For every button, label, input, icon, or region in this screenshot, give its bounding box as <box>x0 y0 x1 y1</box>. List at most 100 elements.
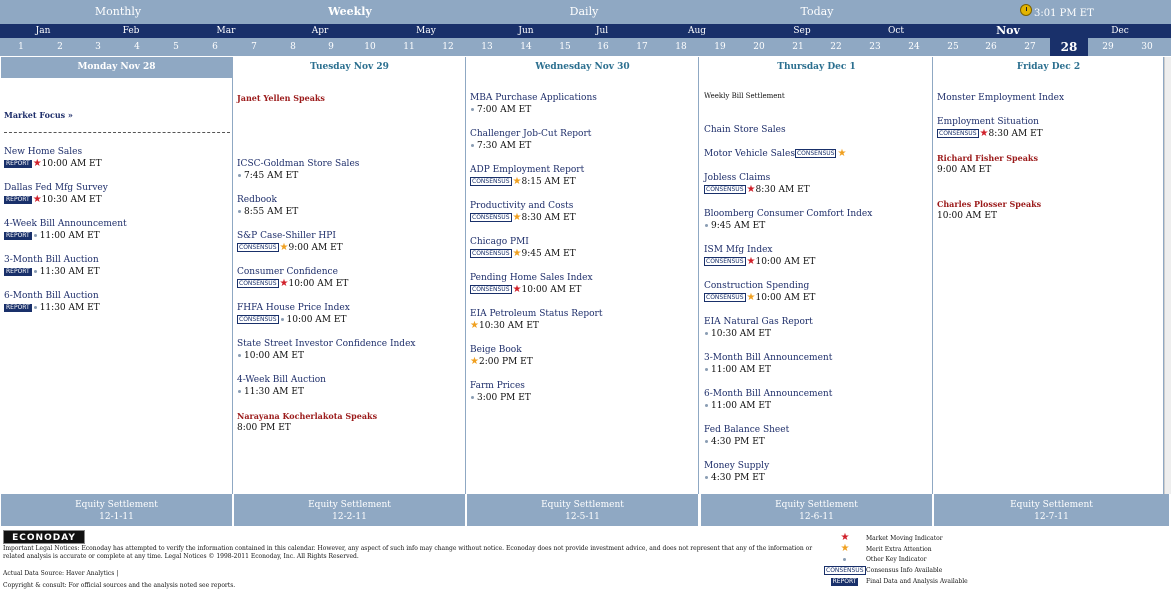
day-25[interactable]: 25 <box>934 38 972 56</box>
event-link[interactable]: Chain Store Sales <box>704 124 929 136</box>
event-link[interactable]: Money Supply <box>704 460 929 472</box>
speaker-link[interactable]: Charles Plosser Speaks <box>937 198 1160 210</box>
event-link[interactable]: Construction Spending <box>704 280 929 292</box>
day-28-selected[interactable]: 28 <box>1050 38 1088 56</box>
event-link[interactable]: 4-Week Bill Announcement <box>4 218 229 230</box>
report-badge[interactable]: REPORT <box>4 267 32 276</box>
day-10[interactable]: 10 <box>351 38 389 56</box>
month-may[interactable]: May <box>396 24 456 38</box>
event-link[interactable]: FHFA House Price Index <box>237 302 462 314</box>
month-dec[interactable]: Dec <box>1090 24 1150 38</box>
month-feb[interactable]: Feb <box>101 24 161 38</box>
econoday-logo[interactable]: ECONODAY <box>3 530 85 544</box>
day-8[interactable]: 8 <box>274 38 312 56</box>
event-link[interactable]: Chicago PMI <box>470 236 695 248</box>
event-link[interactable]: Dallas Fed Mfg Survey <box>4 182 229 194</box>
day-5[interactable]: 5 <box>157 38 195 56</box>
day-19[interactable]: 19 <box>701 38 739 56</box>
event-link[interactable]: Motor Vehicle Sales <box>704 149 795 159</box>
month-jan[interactable]: Jan <box>13 24 73 38</box>
event-link[interactable]: ISM Mfg Index <box>704 244 929 256</box>
day-26[interactable]: 26 <box>972 38 1010 56</box>
report-badge[interactable]: REPORT <box>4 231 32 240</box>
consensus-badge[interactable]: CONSENSUS <box>470 213 512 222</box>
month-nov[interactable]: Nov <box>978 24 1038 38</box>
day-3[interactable]: 3 <box>79 38 117 56</box>
tab-weekly[interactable]: Weekly <box>270 0 430 24</box>
day-15[interactable]: 15 <box>546 38 584 56</box>
consensus-badge[interactable]: CONSENSUS <box>937 129 979 138</box>
event-link[interactable]: Employment Situation <box>937 116 1160 128</box>
day-2[interactable]: 2 <box>41 38 79 56</box>
event-link[interactable]: EIA Natural Gas Report <box>704 316 929 328</box>
event-link[interactable]: EIA Petroleum Status Report <box>470 308 695 320</box>
day-21[interactable]: 21 <box>779 38 817 56</box>
month-oct[interactable]: Oct <box>866 24 926 38</box>
event-link[interactable]: 6-Month Bill Announcement <box>704 388 929 400</box>
day-16[interactable]: 16 <box>584 38 622 56</box>
day-14[interactable]: 14 <box>507 38 545 56</box>
event-link[interactable]: Bloomberg Consumer Comfort Index <box>704 208 929 220</box>
month-mar[interactable]: Mar <box>196 24 256 38</box>
event-link[interactable]: ADP Employment Report <box>470 164 695 176</box>
month-jun[interactable]: Jun <box>496 24 556 38</box>
day-24[interactable]: 24 <box>895 38 933 56</box>
day-23[interactable]: 23 <box>856 38 894 56</box>
event-link[interactable]: 4-Week Bill Auction <box>237 374 462 386</box>
report-badge[interactable]: REPORT <box>4 195 32 204</box>
day-13[interactable]: 13 <box>468 38 506 56</box>
day-22[interactable]: 22 <box>817 38 855 56</box>
column-header-monday[interactable]: Monday Nov 28 <box>1 57 232 78</box>
event-link[interactable]: Beige Book <box>470 344 695 356</box>
report-badge[interactable]: REPORT <box>4 303 32 312</box>
event-link[interactable]: S&P Case-Shiller HPI <box>237 230 462 242</box>
event-link[interactable]: 3-Month Bill Auction <box>4 254 229 266</box>
consensus-badge[interactable]: CONSENSUS <box>470 177 512 186</box>
report-badge[interactable]: REPORT <box>4 159 32 168</box>
event-link[interactable]: ICSC-Goldman Store Sales <box>237 158 462 170</box>
consensus-badge[interactable]: CONSENSUS <box>794 149 837 158</box>
day-18[interactable]: 18 <box>662 38 700 56</box>
column-header-thursday[interactable]: Thursday Dec 1 <box>701 57 932 78</box>
event-link[interactable]: Fed Balance Sheet <box>704 424 929 436</box>
consensus-badge[interactable]: CONSENSUS <box>237 279 279 288</box>
market-focus-link[interactable]: Market Focus » <box>4 110 73 120</box>
event-link[interactable]: 6-Month Bill Auction <box>4 290 229 302</box>
tab-daily[interactable]: Daily <box>504 0 664 24</box>
tab-monthly[interactable]: Monthly <box>38 0 198 24</box>
speaker-link[interactable]: Richard Fisher Speaks <box>937 152 1160 164</box>
event-link[interactable]: State Street Investor Confidence Index <box>237 338 462 350</box>
day-30[interactable]: 30 <box>1128 38 1166 56</box>
column-header-friday[interactable]: Friday Dec 2 <box>934 57 1163 78</box>
event-link[interactable]: New Home Sales <box>4 146 229 158</box>
day-12[interactable]: 12 <box>429 38 467 56</box>
event-link[interactable]: MBA Purchase Applications <box>470 92 695 104</box>
day-20[interactable]: 20 <box>740 38 778 56</box>
month-aug[interactable]: Aug <box>667 24 727 38</box>
day-17[interactable]: 17 <box>623 38 661 56</box>
day-7[interactable]: 7 <box>235 38 273 56</box>
event-link[interactable]: Farm Prices <box>470 380 695 392</box>
event-link[interactable]: Monster Employment Index <box>937 92 1160 104</box>
event-link[interactable]: Jobless Claims <box>704 172 929 184</box>
day-29[interactable]: 29 <box>1089 38 1127 56</box>
consensus-badge[interactable]: CONSENSUS <box>470 249 512 258</box>
event-link[interactable]: Productivity and Costs <box>470 200 695 212</box>
consensus-badge[interactable]: CONSENSUS <box>704 185 746 194</box>
month-apr[interactable]: Apr <box>290 24 350 38</box>
day-27[interactable]: 27 <box>1011 38 1049 56</box>
consensus-badge[interactable]: CONSENSUS <box>470 285 512 294</box>
tab-today[interactable]: Today <box>737 0 897 24</box>
day-4[interactable]: 4 <box>118 38 156 56</box>
day-9[interactable]: 9 <box>312 38 350 56</box>
column-header-wednesday[interactable]: Wednesday Nov 30 <box>467 57 698 78</box>
day-11[interactable]: 11 <box>390 38 428 56</box>
event-link[interactable]: 3-Month Bill Announcement <box>704 352 929 364</box>
consensus-badge[interactable]: CONSENSUS <box>237 315 279 324</box>
event-link[interactable]: Consumer Confidence <box>237 266 462 278</box>
event-link[interactable]: Challenger Job-Cut Report <box>470 128 695 140</box>
column-header-tuesday[interactable]: Tuesday Nov 29 <box>234 57 465 78</box>
vertical-scrollbar[interactable] <box>1164 57 1171 494</box>
day-6[interactable]: 6 <box>196 38 234 56</box>
event-link[interactable]: Pending Home Sales Index <box>470 272 695 284</box>
